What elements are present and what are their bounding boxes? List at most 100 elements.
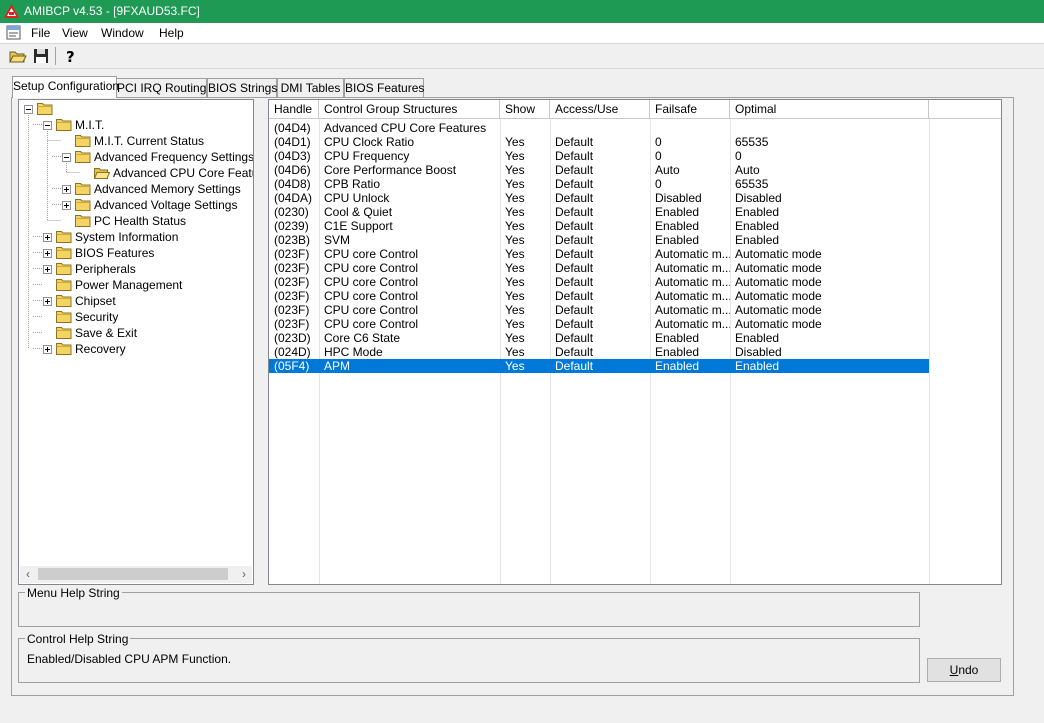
grid-row[interactable]: (04D1) CPU Clock Ratio Yes Default 0 65535 <box>269 135 929 149</box>
cell-failsafe[interactable]: 0 <box>650 135 730 149</box>
cell-access[interactable]: Default <box>550 359 650 373</box>
scroll-right-arrow-icon[interactable]: › <box>236 567 252 582</box>
cell-show[interactable]: Yes <box>500 261 550 275</box>
tree-node-bios-features[interactable]: BIOS Features <box>19 245 253 261</box>
expand-plus-icon[interactable] <box>43 249 52 258</box>
cell-show[interactable]: Yes <box>500 219 550 233</box>
amibcp-app-icon[interactable] <box>4 4 19 18</box>
cell-failsafe[interactable]: Enabled <box>650 233 730 247</box>
tree-node-advanced-cpu-core-features[interactable]: Advanced CPU Core Features <box>19 165 253 181</box>
cell-access[interactable]: Default <box>550 135 650 149</box>
cell-show[interactable]: Yes <box>500 303 550 317</box>
cell-failsafe[interactable]: Disabled <box>650 191 730 205</box>
collapse-minus-icon[interactable] <box>62 153 71 162</box>
save-disk-icon[interactable] <box>31 46 51 66</box>
tree-node-security[interactable]: Security <box>19 309 253 325</box>
column-header-failsafe[interactable]: Failsafe <box>650 100 730 118</box>
grid-row[interactable]: (023F) CPU core Control Yes Default Automati… <box>269 247 929 261</box>
tree-node-peripherals[interactable]: Peripherals <box>19 261 253 277</box>
grid-row[interactable]: (04D4) Advanced CPU Core Features <box>269 121 929 135</box>
grid-row[interactable]: (023F) CPU core Control Yes Default Automati… <box>269 317 929 331</box>
cell-failsafe[interactable]: Automatic m... <box>650 247 730 261</box>
cell-optimal[interactable]: Enabled <box>730 359 929 373</box>
cell-show[interactable]: Yes <box>500 135 550 149</box>
cell-show[interactable] <box>500 121 550 135</box>
cell-failsafe[interactable]: Automatic m... <box>650 275 730 289</box>
menu-file[interactable]: File <box>31 26 50 40</box>
cell-show[interactable]: Yes <box>500 205 550 219</box>
cell-optimal[interactable]: Disabled <box>730 345 929 359</box>
expand-plus-icon[interactable] <box>43 345 52 354</box>
tree-node-system-information[interactable]: System Information <box>19 229 253 245</box>
menu-view[interactable]: View <box>62 26 88 40</box>
cell-optimal[interactable]: Automatic mode <box>730 275 929 289</box>
menu-window[interactable]: Window <box>101 26 144 40</box>
cell-failsafe[interactable]: Automatic m... <box>650 303 730 317</box>
column-header-show[interactable]: Show <box>500 100 550 118</box>
cell-failsafe[interactable]: Enabled <box>650 345 730 359</box>
cell-failsafe[interactable]: 0 <box>650 177 730 191</box>
help-question-icon[interactable]: ? <box>60 46 80 66</box>
tree-node-m-i-t-current-status[interactable]: M.I.T. Current Status <box>19 133 253 149</box>
expand-plus-icon[interactable] <box>62 185 71 194</box>
cell-show[interactable]: Yes <box>500 233 550 247</box>
cell-show[interactable]: Yes <box>500 359 550 373</box>
control-group-grid[interactable]: Handle Control Group Structures Show Acc… <box>268 99 1002 585</box>
cell-access[interactable]: Default <box>550 331 650 345</box>
menu-help[interactable]: Help <box>159 26 184 40</box>
cell-failsafe[interactable] <box>650 121 730 135</box>
tab-pci-irq-routing[interactable]: PCI IRQ Routing <box>116 78 207 98</box>
cell-optimal[interactable]: Automatic mode <box>730 261 929 275</box>
grid-row[interactable]: (023F) CPU core Control Yes Default Automati… <box>269 275 929 289</box>
tab-bios-features[interactable]: BIOS Features <box>344 78 424 98</box>
expand-plus-icon[interactable] <box>43 265 52 274</box>
tree-horizontal-scrollbar[interactable]: ‹ › <box>20 566 252 583</box>
cell-show[interactable]: Yes <box>500 163 550 177</box>
grid-row[interactable]: (024D) HPC Mode Yes Default Enabled Disabled <box>269 345 929 359</box>
column-header-handle[interactable]: Handle <box>269 100 319 118</box>
cell-optimal[interactable]: Automatic mode <box>730 289 929 303</box>
cell-access[interactable]: Default <box>550 177 650 191</box>
cell-optimal[interactable]: Enabled <box>730 331 929 345</box>
cell-access[interactable]: Default <box>550 261 650 275</box>
cell-optimal[interactable]: Disabled <box>730 191 929 205</box>
grid-row[interactable]: (04D8) CPB Ratio Yes Default 0 65535 <box>269 177 929 191</box>
cell-access[interactable]: Default <box>550 149 650 163</box>
cell-optimal[interactable]: Enabled <box>730 233 929 247</box>
scrollbar-thumb[interactable] <box>38 568 228 580</box>
cell-show[interactable]: Yes <box>500 289 550 303</box>
tab-dmi-tables[interactable]: DMI Tables <box>277 78 344 98</box>
cell-failsafe[interactable]: Automatic m... <box>650 261 730 275</box>
cell-optimal[interactable]: Automatic mode <box>730 303 929 317</box>
scroll-left-arrow-icon[interactable]: ‹ <box>20 567 36 582</box>
cell-failsafe[interactable]: Enabled <box>650 331 730 345</box>
grid-row[interactable]: (04D3) CPU Frequency Yes Default 0 0 <box>269 149 929 163</box>
tree-node-save-exit[interactable]: Save & Exit <box>19 325 253 341</box>
cell-show[interactable]: Yes <box>500 247 550 261</box>
cell-optimal[interactable]: 65535 <box>730 177 929 191</box>
cell-access[interactable]: Default <box>550 219 650 233</box>
tree-node-root[interactable] <box>19 101 253 117</box>
cell-optimal[interactable]: Automatic mode <box>730 317 929 331</box>
cell-access[interactable]: Default <box>550 191 650 205</box>
collapse-minus-icon[interactable] <box>24 105 33 114</box>
expand-plus-icon[interactable] <box>43 233 52 242</box>
cell-optimal[interactable]: 0 <box>730 149 929 163</box>
cell-failsafe[interactable]: Automatic m... <box>650 317 730 331</box>
cell-show[interactable]: Yes <box>500 317 550 331</box>
tree-node-m-i-t[interactable]: M.I.T. <box>19 117 253 133</box>
cell-failsafe[interactable]: Automatic m... <box>650 289 730 303</box>
cell-failsafe[interactable]: Auto <box>650 163 730 177</box>
open-folder-icon[interactable] <box>8 46 28 66</box>
expand-plus-icon[interactable] <box>62 201 71 210</box>
document-window-icon[interactable] <box>6 25 22 41</box>
cell-access[interactable] <box>550 121 650 135</box>
grid-row[interactable]: (023F) CPU core Control Yes Default Automati… <box>269 261 929 275</box>
grid-row[interactable]: (023F) CPU core Control Yes Default Automati… <box>269 289 929 303</box>
tree-node-pc-health-status[interactable]: PC Health Status <box>19 213 253 229</box>
undo-button[interactable]: Undo <box>927 658 1001 682</box>
grid-row[interactable]: (0239) C1E Support Yes Default Enabled Enable… <box>269 219 929 233</box>
cell-access[interactable]: Default <box>550 205 650 219</box>
grid-row[interactable]: (05F4) APM Yes Default Enabled Enabled <box>269 359 929 373</box>
cell-optimal[interactable] <box>730 121 929 135</box>
